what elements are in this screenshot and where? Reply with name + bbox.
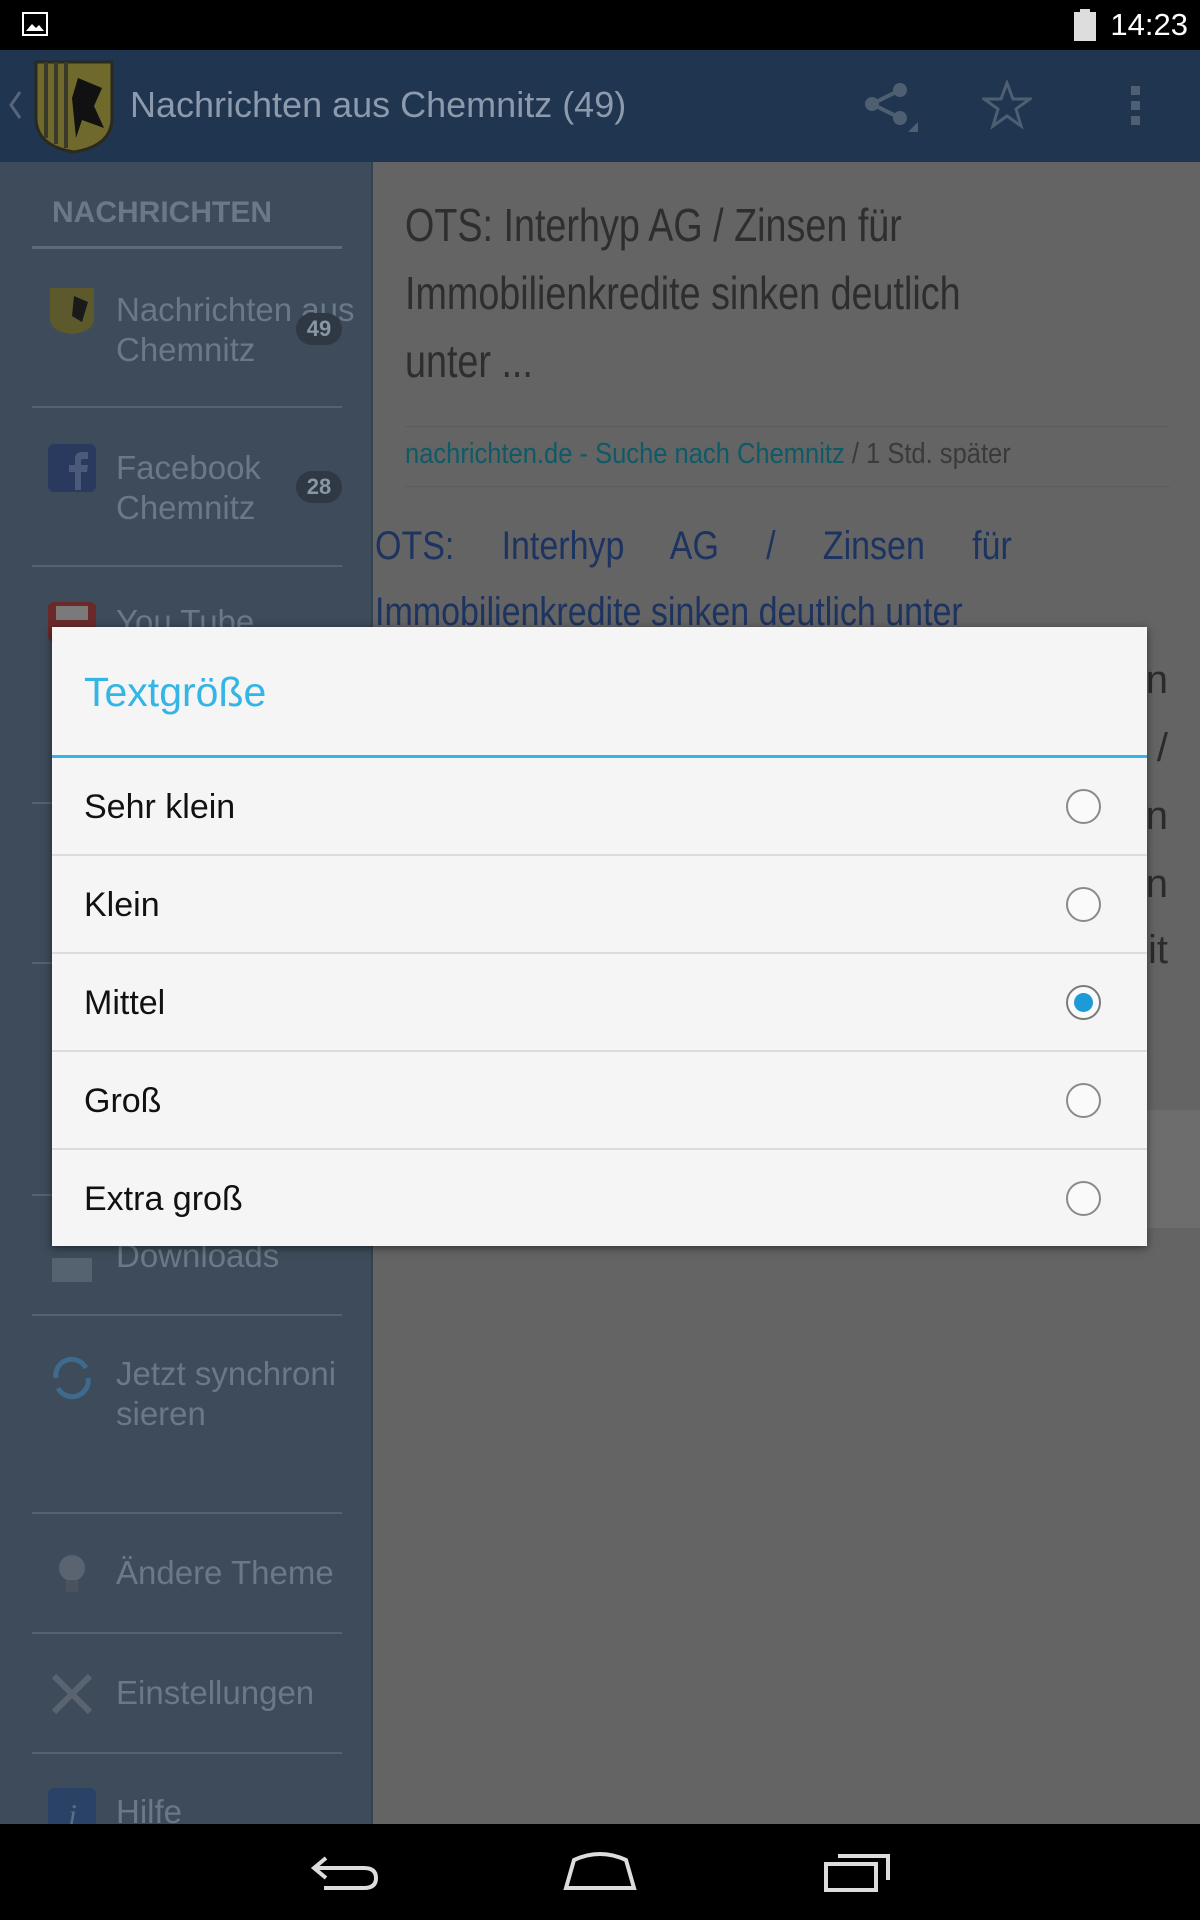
crest-icon [50,288,94,334]
overflow-menu-icon[interactable] [1128,84,1144,128]
action-bar: Nachrichten aus Chemnitz (49) [0,50,1200,162]
sync-icon [53,1356,91,1400]
battery-icon [1074,9,1096,41]
radio-button[interactable] [1066,1083,1101,1118]
radio-button[interactable] [1066,887,1101,922]
option-label: Groß [84,1082,162,1120]
radio-button-selected[interactable] [1066,985,1101,1020]
unread-badge: 49 [296,313,342,345]
share-icon[interactable] [862,82,922,134]
option-label: Extra groß [84,1180,243,1218]
option-sehr-klein[interactable]: Sehr klein [52,758,1147,856]
body-fragment: n [1145,658,1168,702]
body-fragment: it [1148,928,1168,972]
source-link[interactable]: nachrichten.de - Suche nach Chemnitz [405,438,845,470]
clock: 14:23 [1110,7,1188,42]
image-icon [22,12,48,36]
article-title-line: unter ... [405,335,533,387]
recent-apps-icon[interactable] [822,1850,892,1894]
option-label: Sehr klein [84,788,236,826]
article-meta: nachrichten.de - Suche nach Chemnitz / 1… [405,438,1011,471]
option-gross[interactable]: Groß [52,1052,1147,1150]
star-icon[interactable] [982,80,1032,130]
option-label: Klein [84,886,160,924]
navigation-bar [0,1824,1200,1920]
unread-badge: 28 [296,471,342,503]
facebook-icon [48,444,96,492]
radio-button[interactable] [1066,1181,1101,1216]
option-extra-gross[interactable]: Extra groß [52,1150,1147,1248]
body-fragment: n [1145,794,1168,838]
text-size-dialog: Textgröße Sehr klein Klein Mittel Groß E… [52,627,1147,1246]
dialog-title: Textgröße [84,669,267,715]
home-icon[interactable] [562,1850,638,1892]
drawer-header: NACHRICHTEN [52,196,272,229]
back-icon[interactable] [308,1852,380,1892]
article-title-line: OTS: Interhyp AG / Zinsen für [405,199,902,251]
app-title: Nachrichten aus Chemnitz (49) [130,84,627,125]
city-crest-logo[interactable] [32,58,116,154]
body-fragment: n [1145,862,1168,906]
article-time: / 1 Std. später [844,438,1011,470]
option-label: Mittel [84,984,166,1022]
tools-icon [51,1673,93,1715]
article-title-line: Immobilienkredite sinken deutlich [405,267,961,319]
body-fragment: / [1156,726,1168,770]
status-bar: 14:23 [0,0,1200,50]
back-chevron-icon[interactable] [8,90,22,120]
option-klein[interactable]: Klein [52,856,1147,954]
radio-button[interactable] [1066,789,1101,824]
option-mittel[interactable]: Mittel [52,954,1147,1052]
article-body-line: OTS: Interhyp AG / Zinsen für [375,524,1012,568]
lightbulb-icon [59,1555,85,1592]
